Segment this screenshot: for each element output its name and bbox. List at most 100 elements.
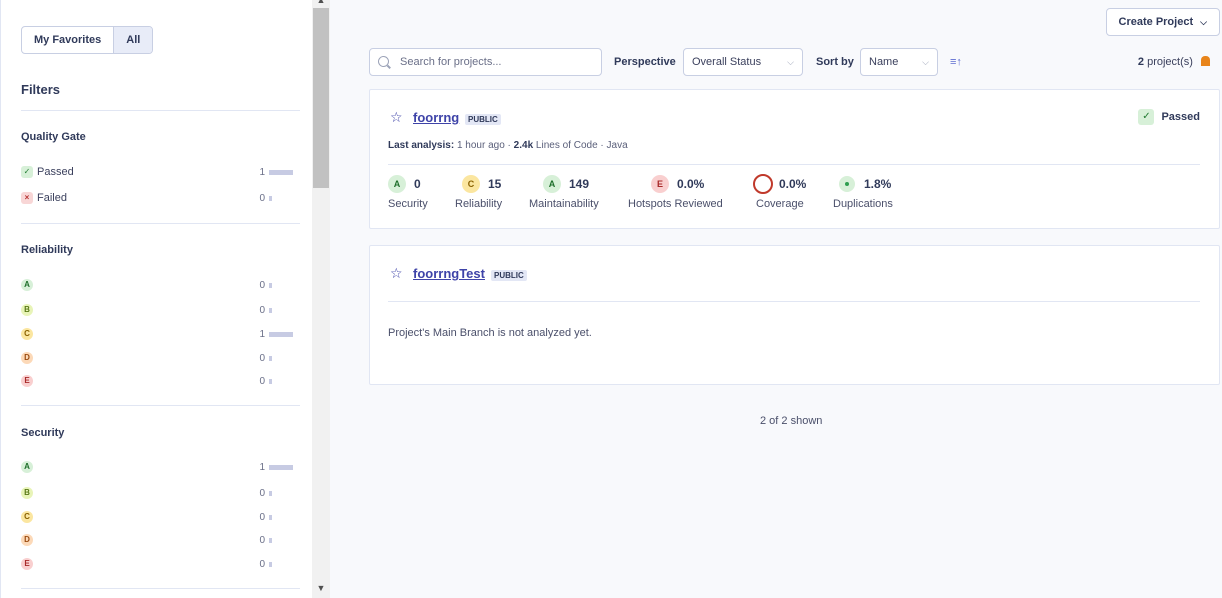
- rating-badge: B: [21, 304, 33, 316]
- quality-gate-title: Quality Gate: [21, 131, 86, 143]
- all-button[interactable]: All: [113, 27, 153, 53]
- filter-quality-passed[interactable]: ✓ Passed 1: [21, 164, 293, 180]
- filter-security-b[interactable]: B 0: [21, 485, 281, 501]
- coverage-ring-icon: [753, 174, 773, 194]
- scroll-down-arrow-icon[interactable]: ▼: [312, 582, 330, 594]
- duplications-icon: [839, 176, 855, 192]
- filter-bar: [269, 465, 293, 470]
- metric-value: 0.0%: [779, 177, 807, 191]
- my-favorites-button[interactable]: My Favorites: [22, 27, 113, 53]
- rating-badge: D: [21, 352, 33, 364]
- project-card: ☆ foorrng PUBLIC ✓ Passed Last analysis:…: [369, 89, 1220, 229]
- search-box[interactable]: [369, 48, 602, 76]
- rating-badge: A: [21, 461, 33, 473]
- filter-count: 0: [259, 375, 265, 387]
- divider: [21, 110, 300, 111]
- filter-security-e[interactable]: E 0: [21, 556, 281, 572]
- filter-count: 0: [259, 487, 265, 499]
- filter-bar: [269, 308, 272, 313]
- filter-security-a[interactable]: A 1: [21, 459, 293, 475]
- filters-sidebar: My Favorites All Filters Quality Gate ✓ …: [0, 0, 312, 598]
- rating-badge: E: [21, 558, 33, 570]
- filter-security-d[interactable]: D 0: [21, 532, 281, 548]
- sidebar-scrollbar[interactable]: ▲ ▼: [312, 0, 330, 598]
- filter-count: 0: [259, 511, 265, 523]
- filter-reliability-d[interactable]: D 0: [21, 350, 281, 366]
- visibility-badge: PUBLIC: [465, 114, 501, 125]
- status-label: Passed: [1161, 111, 1200, 123]
- metric-label: Maintainability: [529, 198, 599, 210]
- filter-reliability-a[interactable]: A 0: [21, 277, 281, 293]
- chevron-down-icon: ⌵: [1200, 17, 1207, 27]
- divider: [21, 405, 300, 406]
- metric-security[interactable]: A0 Security: [388, 175, 428, 210]
- last-analysis-value: 1 hour ago: [456, 140, 505, 151]
- scroll-thumb[interactable]: [313, 8, 329, 188]
- sort-by-label: Sort by: [816, 56, 854, 68]
- filter-bar: [269, 356, 272, 361]
- star-icon[interactable]: ☆: [390, 265, 403, 282]
- project-name-link[interactable]: foorrng: [413, 110, 459, 125]
- filter-quality-failed[interactable]: × Failed 0: [21, 190, 281, 206]
- metric-value: 0.0%: [677, 177, 705, 191]
- filter-count: 0: [259, 534, 265, 546]
- project-card: ☆ foorrngTest PUBLIC Project's Main Bran…: [369, 245, 1220, 385]
- metric-reliability[interactable]: C 15 Reliability: [455, 175, 503, 210]
- star-icon[interactable]: ☆: [390, 109, 403, 126]
- metric-label: Duplications: [833, 198, 893, 210]
- not-analyzed-message: Project's Main Branch is not analyzed ye…: [388, 327, 592, 339]
- last-analysis-label: Last analysis:: [388, 140, 455, 151]
- perspective-label: Perspective: [614, 56, 676, 68]
- favorites-toggle: My Favorites All: [21, 26, 154, 54]
- filter-reliability-b[interactable]: B 0: [21, 302, 281, 318]
- create-project-button[interactable]: Create Project ⌵: [1105, 8, 1220, 36]
- perspective-select[interactable]: Overall Status ⌵: [683, 48, 803, 76]
- loc-value: 2.4k: [513, 140, 534, 151]
- rating-badge: E: [651, 175, 669, 193]
- filter-count: 0: [259, 558, 265, 570]
- quality-gate-status: ✓ Passed: [1138, 109, 1200, 125]
- sort-ascending-icon[interactable]: ≡↑: [950, 56, 962, 68]
- filter-bar: [269, 332, 293, 337]
- project-count-number: 2: [1137, 56, 1145, 68]
- filter-label: Passed: [37, 166, 74, 178]
- project-count: 2 project(s): [1138, 56, 1210, 68]
- filter-count: 0: [259, 304, 265, 316]
- loc-label: Lines of Code: [535, 140, 598, 151]
- filter-reliability-e[interactable]: E 0: [21, 373, 281, 389]
- cross-icon: ×: [21, 192, 33, 204]
- filter-label: Failed: [37, 192, 67, 204]
- project-count-suffix: project(s): [1147, 56, 1193, 68]
- rating-badge: B: [21, 487, 33, 499]
- metric-maintainability[interactable]: A 149 Maintainability: [529, 175, 599, 210]
- metric-label: Coverage: [756, 198, 804, 210]
- project-meta: Last analysis: 1 hour ago · 2.4k Lines o…: [388, 140, 628, 151]
- results-count: 2 of 2 shown: [760, 415, 823, 427]
- metric-duplications[interactable]: 1.8% Duplications: [833, 176, 893, 210]
- filter-security-c[interactable]: C 0: [21, 509, 281, 525]
- filter-count: 0: [259, 352, 265, 364]
- metric-hotspots[interactable]: E 0.0% Hotspots Reviewed: [628, 175, 723, 210]
- metric-label: Hotspots Reviewed: [628, 198, 723, 210]
- rating-badge: A: [388, 175, 406, 193]
- create-project-label: Create Project: [1118, 16, 1194, 28]
- filter-reliability-c[interactable]: C 1: [21, 326, 293, 342]
- rating-badge: A: [21, 279, 33, 291]
- project-name-link[interactable]: foorrngTest: [413, 266, 485, 281]
- metric-coverage[interactable]: 0.0% Coverage: [751, 174, 807, 210]
- rating-badge: C: [462, 175, 480, 193]
- filter-bar: [269, 538, 272, 543]
- metric-label: Reliability: [455, 198, 503, 210]
- visibility-badge: PUBLIC: [491, 270, 527, 281]
- divider: [21, 223, 300, 224]
- scroll-up-arrow-icon[interactable]: ▲: [312, 0, 330, 5]
- metric-value: 15: [488, 177, 502, 191]
- projects-main: Create Project ⌵ Perspective Overall Sta…: [330, 0, 1222, 598]
- search-input[interactable]: [400, 53, 590, 71]
- sort-select[interactable]: Name ⌵: [860, 48, 938, 76]
- filter-bar: [269, 491, 272, 496]
- filter-bar: [269, 562, 272, 567]
- rating-badge: C: [21, 511, 33, 523]
- check-icon: ✓: [21, 166, 33, 178]
- check-icon: ✓: [1138, 109, 1155, 125]
